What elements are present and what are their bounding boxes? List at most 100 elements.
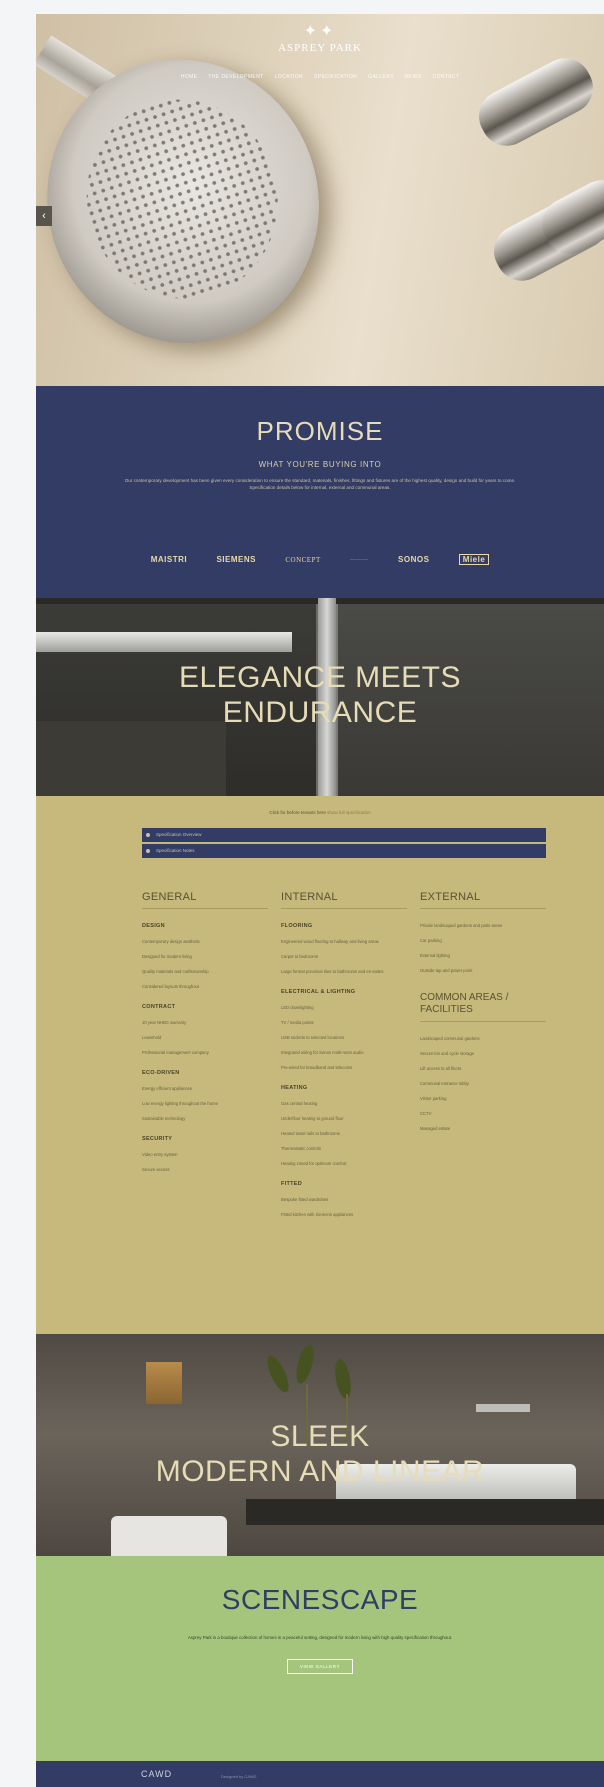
spec-note: Click for before tenants here show full … [36,810,604,815]
scenescape-title: SCENESCAPE [221,1584,419,1615]
spec-subheading: DESIGN [142,923,165,929]
spec-note-link[interactable]: show full specification [327,810,371,815]
brand-logo: CONCEPT [285,555,321,564]
spec-item: Car parking [420,938,442,943]
spec-item: Fitted kitchen with Siemens appliances [281,1212,354,1217]
spec-item: 10 year NHBC warranty [142,1020,187,1025]
spec-item: Managed estate [420,1126,451,1131]
shower-valve-image [469,49,603,155]
accordion-label: Specification Overview [156,832,202,837]
main-nav: Home The Development Location Specificat… [36,74,604,80]
chevron-left-icon: ‹ [42,210,46,222]
logo-mark-icon: ✦✦ [303,23,337,40]
scenescape-body: Asprey Park is a boutique collection of … [187,1635,453,1640]
column-heading: EXTERNAL [420,891,546,909]
spec-item: Energy efficient appliances [142,1086,192,1091]
spec-subheading: HEATING [281,1085,308,1091]
plus-icon [146,833,150,837]
spec-item: Considered layouts throughout [142,984,200,989]
spec-column-general: GENERAL DESIGN Contemporary design aesth… [142,891,268,1182]
nav-item[interactable]: Gallery [368,74,394,80]
spec-item: Secure access [142,1167,170,1172]
brand-logo: SONOS [398,555,430,564]
elegance-line: ELEGANCE MEETS [178,661,462,694]
spec-item: Lift access to all floors [420,1066,462,1071]
promise-body: Our contemporary development has been gi… [124,478,516,490]
plant-leaf [293,1342,317,1386]
spec-item: Integrated wiring for Sonos multi-room a… [281,1050,364,1055]
sleek-line: SLEEK [270,1420,370,1453]
spec-column-external: EXTERNAL Private landscaped gardens and … [420,891,546,1141]
brand-logo: ─── [350,555,369,564]
elegance-title: ELEGANCE MEETS ENDURANCE [36,660,604,730]
spec-item: Private landscaped gardens and patio are… [420,923,502,928]
sleek-banner: SLEEK MODERN AND LINEAR [36,1334,604,1556]
spec-item: Designed for modern living [142,954,192,959]
sleek-title: SLEEK MODERN AND LINEAR [36,1419,604,1489]
site-logo[interactable]: ✦✦ ASPREY PARK [36,23,604,55]
spec-item: Leasehold [142,1035,162,1040]
spec-subheading: ELECTRICAL & LIGHTING [281,989,356,995]
column-heading: GENERAL [142,891,268,909]
tap-image [476,1404,530,1412]
spec-item: CCTV [420,1111,432,1116]
spec-item: Outside tap and power point [420,968,473,973]
nav-item[interactable]: The Development [208,74,263,80]
sleek-line: MODERN AND LINEAR [155,1455,485,1488]
spec-note-text: Click for before tenants here [269,810,326,815]
view-gallery-button[interactable]: VIEW GALLERY [286,1659,354,1674]
scenescape-section: SCENESCAPE Asprey Park is a boutique col… [36,1556,604,1761]
spec-item: Landscaped communal gardens [420,1036,480,1041]
elegance-banner: ELEGANCE MEETS ENDURANCE [36,598,604,796]
logo-text: ASPREY PARK [278,42,362,54]
spec-item: Carpet to bedrooms [281,954,319,959]
spec-subheading: SECURITY [142,1136,173,1142]
spec-item: Gas central heating [281,1101,318,1106]
spec-item: Engineered wood flooring to hallway and … [281,939,379,944]
nav-item[interactable]: News [405,74,422,80]
brand-logo: SIEMENS [216,555,256,564]
accordion-header[interactable]: Specification Overview [142,828,546,842]
accordion-label: Specification Notes [156,848,195,853]
counter-image [246,1499,604,1525]
spec-item: USB sockets to selected locations [281,1035,345,1040]
nav-item[interactable]: Home [181,74,198,80]
spec-column-internal: INTERNAL FLOORING Engineered wood floori… [281,891,407,1227]
wall-light-image [146,1362,182,1404]
spec-item: Heating zoned for optimum comfort [281,1161,347,1166]
promise-subtitle: WHAT YOU'RE BUYING INTO [258,460,382,469]
footer-logo[interactable]: CAWD [141,1769,172,1779]
nav-item[interactable]: Contact [433,74,460,80]
site-footer: CAWD Designed by CAWD [36,1761,604,1787]
column-heading: COMMON AREAS / FACILITIES [420,992,546,1022]
spec-item: Pre-wired for broadband and telecoms [281,1065,353,1070]
spec-subheading: FITTED [281,1181,303,1187]
plus-icon [146,849,150,853]
toilet-image [111,1516,227,1556]
hero-slider: ✦✦ ASPREY PARK Home The Development Loca… [36,14,604,386]
promise-title: PROMISE [256,416,384,446]
brand-logo: Miele [458,554,490,565]
accordion-header[interactable]: Specification Notes [142,844,546,858]
nav-item[interactable]: Specification [314,74,357,80]
spec-item: Communal entrance lobby [420,1081,469,1086]
spec-subheading: CONTRACT [142,1004,176,1010]
plant-leaf [263,1352,293,1396]
spec-item: Video entry system [142,1152,178,1157]
spec-subheading: FLOORING [281,923,313,929]
spec-item: TV / media points [281,1020,314,1025]
spec-item: Contemporary design aesthetic [142,939,200,944]
slider-prev-button[interactable]: ‹ [36,206,52,226]
brand-logos: MAISTRI SIEMENS CONCEPT ─── SONOS Miele [36,554,604,565]
spec-item: Secure bin and cycle storage [420,1051,475,1056]
spec-item: Quality materials and craftsmanship [142,969,209,974]
nav-item[interactable]: Location [275,74,303,80]
promise-section: PROMISE WHAT YOU'RE BUYING INTO Our cont… [36,386,604,598]
spec-item: LED downlighting [281,1005,314,1010]
footer-credit[interactable]: Designed by CAWD [221,1774,256,1779]
spec-item: Underfloor heating to ground floor [281,1116,344,1121]
page: ✦✦ ASPREY PARK Home The Development Loca… [36,14,604,1787]
elegance-line: ENDURANCE [222,696,418,729]
spec-item: Large format porcelain tiles to bathroom… [281,969,384,974]
spec-subheading: ECO-DRIVEN [142,1070,180,1076]
